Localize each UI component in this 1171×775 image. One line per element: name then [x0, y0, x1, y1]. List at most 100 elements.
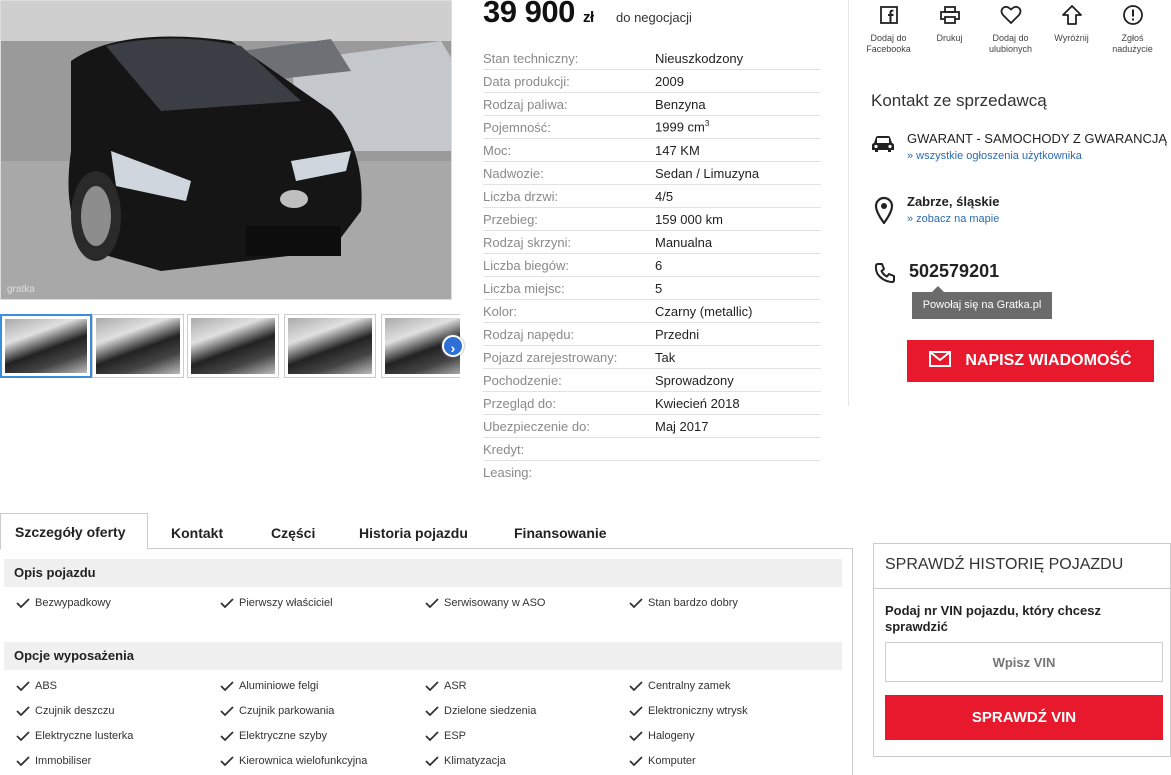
feature-item: Czujnik deszczu [16, 705, 114, 717]
feature-label: Halogeny [648, 730, 695, 742]
feature-item: ABS [16, 680, 57, 692]
param-row: Stan techniczny: Nieuszkodzony [483, 47, 821, 70]
feature-label: Czujnik deszczu [35, 705, 115, 717]
action-label: Facebooka [866, 44, 911, 54]
feature-label: Elektroniczny wtrysk [648, 705, 748, 717]
main-photo[interactable]: gratka [0, 0, 452, 300]
location-name: Zabrze, śląskie [907, 194, 1000, 209]
vin-description: Podaj nr VIN pojazdu, który chcesz spraw… [885, 603, 1101, 634]
vin-input[interactable] [885, 642, 1163, 682]
check-icon [220, 598, 234, 608]
param-row: Kredyt: [483, 438, 821, 461]
param-row: Rodzaj napędu: Przedni [483, 323, 821, 346]
next-thumbnail-button[interactable]: › [442, 335, 464, 357]
feature-label: Elektryczne szyby [239, 730, 328, 742]
tab-financing[interactable]: Finansowanie [500, 513, 621, 549]
tab-bar: Szczegóły oferty Kontakt Części Historia… [0, 513, 853, 550]
contact-title: Kontakt ze sprzedawcą [871, 91, 1047, 110]
negotiable-label: do negocjacji [616, 10, 692, 25]
param-row: Moc: 147 KM [483, 139, 821, 162]
action-label: Dodaj do [992, 33, 1029, 43]
feature-label: Immobiliser [35, 755, 92, 767]
feature-label: Elektryczne lusterka [35, 730, 134, 742]
share-facebook-button[interactable]: Dodaj do Facebooka [858, 3, 919, 55]
feature-item: Kierownica wielofunkcyjna [220, 755, 367, 767]
tab-contact[interactable]: Kontakt [157, 513, 237, 549]
param-label: Przegląd do: [483, 395, 556, 411]
param-row: Przebieg: 159 000 km [483, 208, 821, 231]
phone-icon [874, 262, 896, 289]
action-label: ulubionych [988, 44, 1033, 54]
param-row: Data produkcji: 2009 [483, 70, 821, 93]
section-title: Opis pojazdu [4, 559, 842, 587]
param-row: Leasing: [483, 461, 821, 484]
seller-name: GWARANT - SAMOCHODY Z GWARANCJĄ [907, 131, 1168, 146]
thumbnail-2[interactable] [92, 314, 184, 378]
feature-item: Dzielone siedzenia [425, 705, 536, 717]
tab-vehicle-history[interactable]: Historia pojazdu [345, 513, 482, 549]
phone-number[interactable]: 502579201 [909, 261, 999, 282]
facebook-icon [858, 3, 919, 27]
print-button[interactable]: Drukuj [919, 3, 980, 55]
thumbnail-strip [0, 314, 460, 380]
feature-label: Komputer [648, 755, 696, 767]
param-value: 6 [655, 257, 663, 273]
section-title: Opcje wyposażenia [4, 642, 842, 670]
feature-label: Czujnik parkowania [239, 705, 335, 717]
check-vin-button[interactable]: SPRAWDŹ VIN [885, 695, 1163, 740]
param-label: Moc: [483, 142, 512, 158]
feature-label: Klimatyzacja [444, 755, 506, 767]
report-abuse-button[interactable]: Zgłoś nadużycie [1102, 3, 1163, 55]
param-row: Nadwozie: Sedan / Limuzyna [483, 162, 821, 185]
check-icon [220, 756, 234, 766]
alert-icon [1102, 3, 1163, 27]
feature-label: ABS [35, 680, 58, 692]
check-icon [629, 731, 643, 741]
feature-item: Stan bardzo dobry [629, 597, 738, 609]
params-table: Stan techniczny: Nieuszkodzony Data produ… [483, 47, 821, 484]
param-value: Manualna [655, 234, 713, 250]
seller-all-ads-link[interactable]: » wszystkie ogłoszenia użytkownika [907, 150, 1167, 162]
param-value: Sedan / Limuzyna [655, 165, 760, 181]
feature-item: Czujnik parkowania [220, 705, 334, 717]
map-link[interactable]: » zobacz na mapie [907, 213, 1000, 225]
param-row: Liczba miejsc: 5 [483, 277, 821, 300]
check-icon [16, 706, 30, 716]
param-value: Tak [655, 349, 676, 365]
param-label: Pojazd zarejestrowany: [483, 349, 618, 365]
param-value: 159 000 km [655, 211, 723, 227]
highlight-button[interactable]: Wyróżnij [1041, 3, 1102, 55]
write-message-button[interactable]: NAPISZ WIADOMOŚĆ [907, 340, 1154, 382]
check-icon [629, 706, 643, 716]
check-icon [425, 756, 439, 766]
thumbnail-3[interactable] [187, 314, 279, 378]
param-row: Liczba drzwi: 4/5 [483, 185, 821, 208]
param-value: 1999 cm3 [655, 119, 709, 134]
param-row: Kolor: Czarny (metallic) [483, 300, 821, 323]
feature-item: Elektryczne lusterka [16, 730, 133, 742]
write-message-label: NAPISZ WIADOMOŚĆ [965, 352, 1132, 369]
favorite-button[interactable]: Dodaj do ulubionych [980, 3, 1041, 55]
car-photo-illustration [1, 1, 451, 299]
action-label: nadużycie [1112, 44, 1153, 54]
feature-label: ESP [444, 730, 467, 742]
tab-offer-details[interactable]: Szczegóły oferty [0, 513, 148, 550]
param-label: Rodzaj paliwa: [483, 96, 568, 112]
feature-item: Aluminiowe felgi [220, 680, 318, 692]
vin-check-panel: SPRAWDŹ HISTORIĘ POJAZDU Podaj nr VIN po… [873, 543, 1171, 757]
param-value: Nieuszkodzony [655, 50, 744, 66]
thumbnail-4[interactable] [284, 314, 376, 378]
param-row: Ubezpieczenie do: Maj 2017 [483, 415, 821, 438]
action-label: Drukuj [936, 33, 963, 43]
param-label: Liczba drzwi: [483, 188, 559, 204]
param-row: Pojemność: 1999 cm3 [483, 116, 821, 139]
param-label: Przebieg: [483, 211, 538, 227]
thumbnail-1[interactable] [0, 314, 92, 378]
tab-parts[interactable]: Części [257, 513, 329, 549]
param-label: Stan techniczny: [483, 50, 579, 66]
feature-item: ESP [425, 730, 466, 742]
location-pin-icon [873, 196, 895, 229]
feature-item: Pierwszy właściciel [220, 597, 333, 609]
param-label: Rodzaj skrzyni: [483, 234, 572, 250]
param-value: Przedni [655, 326, 700, 342]
